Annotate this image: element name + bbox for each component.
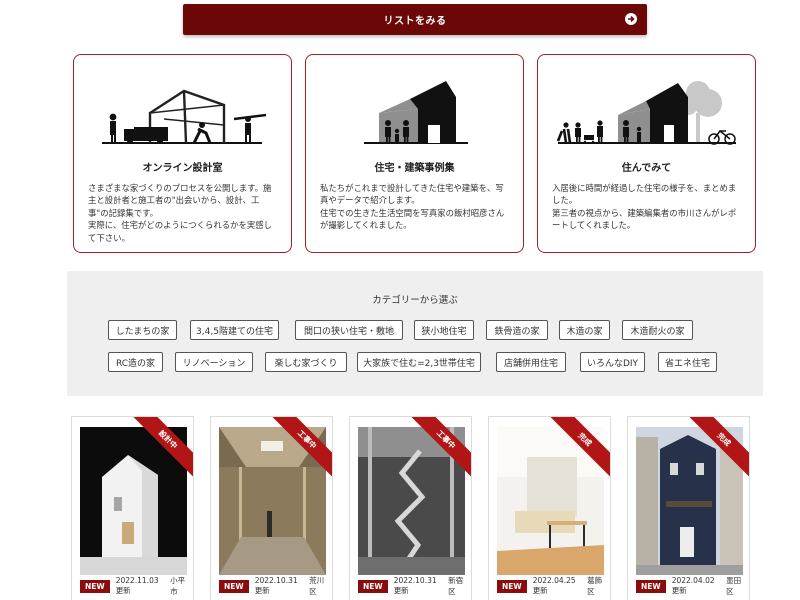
arrow-right-circle-icon — [625, 13, 637, 25]
new-badge: NEW — [636, 579, 666, 593]
category-chip[interactable]: 3,4,5階建ての住宅 — [190, 320, 279, 340]
project-meta: NEW 2022.10.31更新 新宿区 — [358, 576, 467, 596]
project-meta: NEW 2022.10.31更新 荒川区 — [219, 576, 328, 596]
category-chip[interactable]: 店舗併用住宅 — [496, 352, 566, 372]
category-chip[interactable]: リノベーション — [175, 352, 253, 372]
project-card[interactable]: 工事中 NEW 2022.10.31更新 新宿区 — [349, 416, 472, 600]
project-meta: NEW 2022.11.03更新 小平市 — [80, 576, 189, 596]
category-chip[interactable]: 楽しむ家づくり — [265, 352, 347, 372]
location-label: 新宿区 — [448, 576, 464, 596]
feature-card-title: オンライン設計室 — [142, 163, 223, 174]
category-chip[interactable]: したまちの家 — [108, 320, 177, 340]
feature-card-description: さまざまな家づくりのプロセスを公開します。施主と設計者と施工者の"出会いから、設… — [88, 183, 272, 243]
feature-card-title: 住宅・建築事例集 — [374, 163, 455, 174]
category-chip[interactable]: 鉄骨造の家 — [486, 320, 548, 340]
update-date: 2022.04.25更新 — [532, 576, 576, 595]
category-chip[interactable]: 省エネ住宅 — [658, 352, 717, 372]
project-meta: NEW 2022.04.25更新 葛飾区 — [497, 576, 606, 596]
category-chip[interactable]: RC造の家 — [108, 352, 163, 372]
feature-card-title: 住んでみて — [621, 163, 672, 174]
project-card[interactable]: 完成 NEW 2022.04.02更新 墨田区 — [627, 416, 750, 600]
project-card[interactable]: 工事中 NEW 2022.10.31更新 荒川区 — [210, 416, 333, 600]
new-badge: NEW — [497, 579, 527, 593]
category-chip[interactable]: 間口の狭い住宅・敷地 — [295, 320, 403, 340]
category-panel: カテゴリーから選ぶ したまちの家 3,4,5階建ての住宅 間口の狭い住宅・敷地 … — [67, 271, 763, 396]
category-chip[interactable]: 大家族で住む=2,3世帯住宅 — [357, 352, 481, 372]
location-label: 小平市 — [170, 576, 186, 596]
category-chip[interactable]: 木造耐火の家 — [622, 320, 693, 340]
feature-card-case-studies[interactable]: 住宅・建築事例集 私たちがこれまで設計してきた住宅や建築を、写真やデータで紹介し… — [305, 54, 524, 253]
project-card[interactable]: 完成 NEW 2022.04.25更新 葛飾区 — [488, 416, 611, 600]
new-badge: NEW — [219, 579, 249, 593]
update-date: 2022.11.03更新 — [115, 576, 159, 595]
new-badge: NEW — [358, 579, 388, 593]
feature-card-description: 入居後に時間が経過した住宅の様子を、まとめました。 第三者の視点から、建築編集者… — [552, 183, 737, 231]
category-panel-title: カテゴリーから選ぶ — [372, 295, 458, 306]
feature-card-living[interactable]: 住んでみて 入居後に時間が経過した住宅の様子を、まとめました。 第三者の視点から… — [537, 54, 756, 253]
category-chip[interactable]: いろんなDIY — [580, 352, 645, 372]
update-date: 2022.10.31更新 — [393, 576, 437, 595]
feature-card-online-design[interactable]: オンライン設計室 さまざまな家づくりのプロセスを公開します。施主と設計者と施工者… — [73, 54, 292, 253]
location-label: 荒川区 — [309, 576, 325, 596]
new-badge: NEW — [80, 579, 110, 593]
update-date: 2022.10.31更新 — [254, 576, 298, 595]
category-chip[interactable]: 木造の家 — [559, 320, 610, 340]
category-chip[interactable]: 狭小地住宅 — [414, 320, 474, 340]
location-label: 葛飾区 — [587, 576, 603, 596]
list-view-button-label: リストをみる — [383, 16, 447, 27]
update-date: 2022.04.02更新 — [671, 576, 715, 595]
location-label: 墨田区 — [726, 576, 742, 596]
list-view-button[interactable]: リストをみる — [183, 4, 647, 35]
project-meta: NEW 2022.04.02更新 墨田区 — [636, 576, 745, 596]
project-card[interactable]: 設計中 NEW 2022.11.03更新 小平市 — [71, 416, 194, 600]
feature-card-description: 私たちがこれまで設計してきた住宅や建築を、写真やデータで紹介します。 住宅での生… — [320, 183, 505, 231]
